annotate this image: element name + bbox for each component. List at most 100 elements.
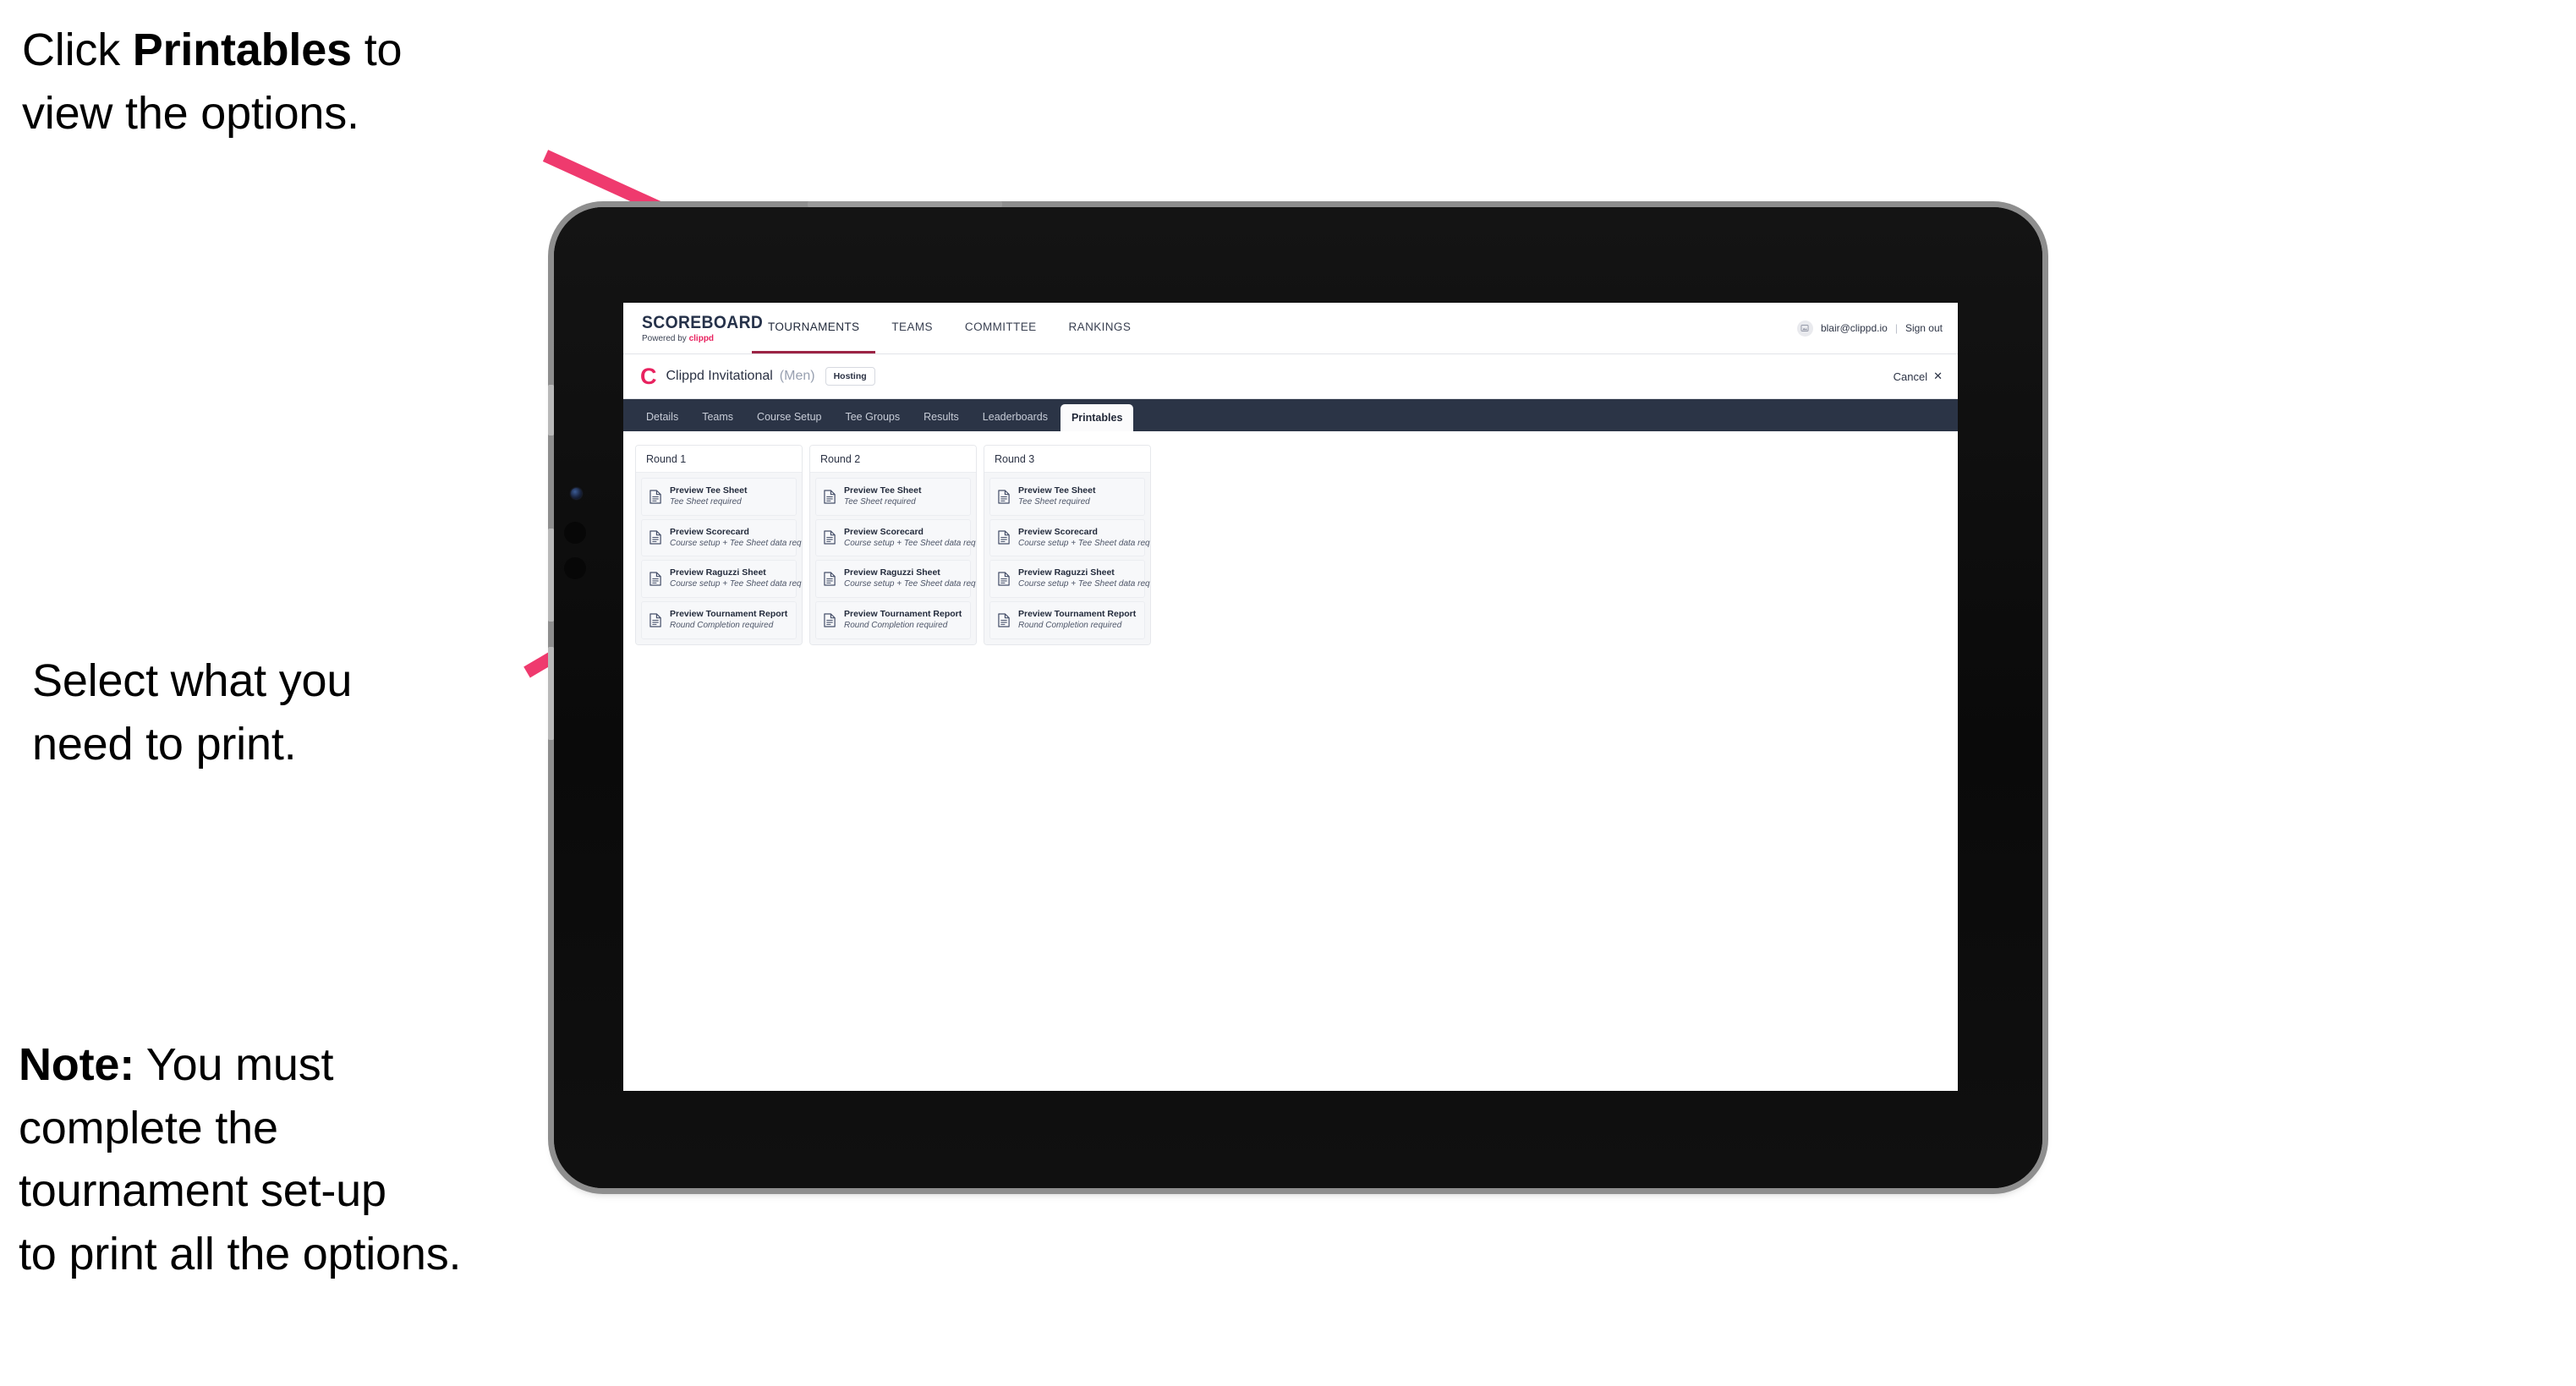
- document-icon: [649, 490, 661, 504]
- annotation-click-printables: Click Printables to view the options.: [22, 19, 563, 145]
- printable-title: Preview Raguzzi Sheet: [844, 567, 940, 578]
- printable-title: Preview Scorecard: [670, 526, 749, 537]
- printable-title: Preview Raguzzi Sheet: [1018, 567, 1115, 578]
- printable-row-scorecard[interactable]: Preview Scorecard Course setup + Tee She…: [989, 518, 1150, 557]
- scoreboard-logo[interactable]: SCOREBOARD Powered by clippd: [623, 303, 764, 353]
- printable-row-tee-sheet[interactable]: Preview Tee Sheet Tee Sheet required: [989, 478, 1145, 516]
- printable-row-scorecard[interactable]: Preview Scorecard Course setup + Tee She…: [641, 518, 802, 557]
- tab-details[interactable]: Details: [635, 404, 689, 430]
- printable-row-raguzzi-sheet[interactable]: Preview Raguzzi Sheet Course setup + Tee…: [815, 560, 976, 598]
- printable-title: Preview Tournament Report: [1018, 608, 1137, 619]
- brand-title: SCOREBOARD: [642, 312, 764, 332]
- document-icon: [998, 572, 1010, 586]
- close-icon: ✕: [1933, 370, 1943, 382]
- printable-row-tournament-report[interactable]: Preview Tournament Report Round Completi…: [989, 600, 1145, 639]
- header-user-area: blair@clippd.io | Sign out: [1796, 303, 1958, 353]
- printable-row-raguzzi-sheet[interactable]: Preview Raguzzi Sheet Course setup + Tee…: [641, 560, 802, 598]
- printable-requirement: Tee Sheet required: [670, 497, 742, 507]
- brand-subtitle: Powered by clippd: [642, 333, 752, 343]
- annotation-select-print: Select what you need to print.: [32, 655, 353, 770]
- printable-row-scorecard[interactable]: Preview Scorecard Course setup + Tee She…: [815, 518, 976, 557]
- tab-results[interactable]: Results: [913, 404, 970, 430]
- tablet-device: SCOREBOARD Powered by clippd TOURNAMENTS…: [548, 201, 2042, 1188]
- annotation-click-bold: Printables: [132, 25, 352, 75]
- printable-requirement: Round Completion required: [670, 621, 774, 630]
- printable-row-tee-sheet[interactable]: Preview Tee Sheet Tee Sheet required: [641, 478, 797, 516]
- brand-sub-prefix: Powered by: [642, 333, 689, 343]
- tablet-top-speaker-strip: [808, 201, 1002, 207]
- round-card: Round 3 Preview Tee Sheet Tee Sheet requ…: [984, 445, 1151, 645]
- printable-requirement: Course setup + Tee Sheet data required: [1018, 538, 1150, 548]
- document-icon: [649, 572, 661, 586]
- printable-requirement: Course setup + Tee Sheet data required: [670, 579, 802, 589]
- document-icon: [998, 613, 1010, 627]
- nav-item-rankings[interactable]: RANKINGS: [1053, 303, 1148, 353]
- round-title: Round 2: [810, 446, 976, 473]
- avatar[interactable]: [1796, 320, 1813, 337]
- printable-row-tournament-report[interactable]: Preview Tournament Report Round Completi…: [641, 600, 797, 639]
- brand-sub-clippd: clippd: [688, 333, 715, 343]
- printable-requirement: Tee Sheet required: [844, 497, 916, 507]
- tournament-name: Clippd Invitational: [666, 369, 773, 383]
- document-icon: [824, 572, 836, 586]
- document-icon: [824, 613, 836, 627]
- cancel-label: Cancel: [1893, 370, 1928, 383]
- tournament-bar: C Clippd Invitational (Men) Hosting Canc…: [623, 354, 1958, 399]
- tournament-tabs: Details Teams Course Setup Tee Groups Re…: [623, 399, 1958, 431]
- user-email: blair@clippd.io: [1820, 322, 1888, 334]
- tablet-button-lower[interactable]: [564, 557, 586, 579]
- round-title: Round 1: [636, 446, 802, 473]
- sign-out-link[interactable]: Sign out: [1905, 322, 1943, 334]
- printable-requirement: Tee Sheet required: [1018, 497, 1090, 507]
- tab-printables[interactable]: Printables: [1060, 404, 1134, 431]
- printable-title: Preview Tee Sheet: [844, 485, 922, 496]
- printable-title: Preview Raguzzi Sheet: [670, 567, 766, 578]
- printable-title: Preview Tee Sheet: [670, 485, 748, 496]
- round-items: Preview Tee Sheet Tee Sheet required Pre…: [810, 473, 976, 644]
- printable-requirement: Round Completion required: [844, 621, 948, 630]
- printable-row-raguzzi-sheet[interactable]: Preview Raguzzi Sheet Course setup + Tee…: [989, 560, 1150, 598]
- primary-nav: TOURNAMENTS TEAMS COMMITTEE RANKINGS: [752, 303, 1147, 353]
- printable-requirement: Course setup + Tee Sheet data required: [670, 538, 802, 548]
- document-icon: [998, 490, 1010, 504]
- round-card: Round 2 Preview Tee Sheet Tee Sheet requ…: [809, 445, 977, 645]
- tablet-screen: SCOREBOARD Powered by clippd TOURNAMENTS…: [623, 303, 1958, 1091]
- annotation-click-pre: Click: [22, 25, 133, 75]
- document-icon: [824, 490, 836, 504]
- camera-icon: [571, 488, 582, 499]
- round-items: Preview Tee Sheet Tee Sheet required Pre…: [984, 473, 1150, 644]
- printable-requirement: Course setup + Tee Sheet data required: [1018, 579, 1150, 589]
- app-header: SCOREBOARD Powered by clippd TOURNAMENTS…: [623, 303, 1958, 354]
- tablet-edge-accent-top: [548, 385, 554, 436]
- tab-leaderboards[interactable]: Leaderboards: [972, 404, 1059, 430]
- nav-item-committee[interactable]: COMMITTEE: [949, 303, 1053, 353]
- cancel-button[interactable]: Cancel ✕: [1894, 370, 1943, 383]
- round-card: Round 1 Preview Tee Sheet Tee Sheet requ…: [635, 445, 803, 645]
- printable-title: Preview Tee Sheet: [1018, 485, 1096, 496]
- document-icon: [649, 613, 661, 627]
- tablet-volume-down-edge: [548, 647, 554, 740]
- tab-course-setup[interactable]: Course Setup: [746, 404, 832, 430]
- printable-requirement: Course setup + Tee Sheet data required: [844, 538, 976, 548]
- printable-title: Preview Tournament Report: [670, 608, 788, 619]
- document-icon: [824, 530, 836, 545]
- tab-teams[interactable]: Teams: [691, 404, 744, 430]
- printable-row-tournament-report[interactable]: Preview Tournament Report Round Completi…: [815, 600, 971, 639]
- tab-tee-groups[interactable]: Tee Groups: [834, 404, 911, 430]
- round-items: Preview Tee Sheet Tee Sheet required Pre…: [636, 473, 802, 644]
- tournament-gender: (Men): [779, 369, 815, 383]
- printable-title: Preview Tournament Report: [844, 608, 962, 619]
- printables-content: Round 1 Preview Tee Sheet Tee Sheet requ…: [623, 431, 1958, 645]
- header-divider: |: [1894, 322, 1898, 334]
- round-title: Round 3: [984, 446, 1150, 473]
- status-badge: Hosting: [825, 366, 875, 386]
- printable-requirement: Course setup + Tee Sheet data required: [844, 579, 976, 589]
- user-image-icon: [1800, 325, 1809, 331]
- tablet-button-upper[interactable]: [564, 522, 586, 544]
- nav-item-tournaments[interactable]: TOURNAMENTS: [752, 303, 876, 353]
- annotation-note-bold: Note:: [19, 1039, 134, 1090]
- printable-row-tee-sheet[interactable]: Preview Tee Sheet Tee Sheet required: [815, 478, 971, 516]
- printable-requirement: Round Completion required: [1018, 621, 1122, 630]
- nav-item-teams[interactable]: TEAMS: [875, 303, 949, 353]
- tablet-volume-up-edge: [548, 529, 554, 622]
